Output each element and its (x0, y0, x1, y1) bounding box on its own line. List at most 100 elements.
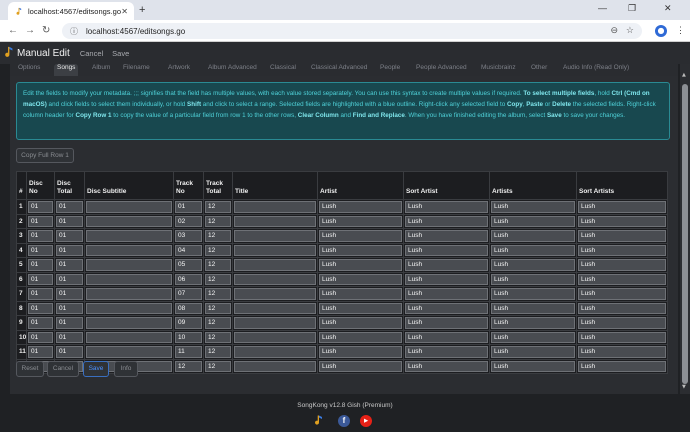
artist-field[interactable]: Lush (319, 360, 402, 372)
disc-no-field[interactable]: 01 (28, 230, 53, 242)
col-header-title[interactable]: Title (232, 171, 318, 200)
artist-field[interactable]: Lush (319, 302, 402, 314)
disc-total-field[interactable]: 01 (56, 302, 83, 314)
track-no-field[interactable]: 10 (175, 331, 202, 343)
artist-field[interactable]: Lush (319, 244, 402, 256)
tab-album[interactable]: Album (89, 64, 113, 76)
tab-audio-info[interactable]: Audio Info (Read Only) (560, 64, 632, 76)
disc-no-field[interactable]: 01 (28, 244, 53, 256)
track-total-field[interactable]: 12 (205, 360, 231, 372)
window-maximize-button[interactable]: ❐ (628, 3, 636, 14)
tab-classical-advanced[interactable]: Classical Advanced (308, 64, 370, 76)
track-no-field[interactable]: 08 (175, 302, 202, 314)
disc-total-field[interactable]: 01 (56, 346, 83, 358)
track-total-field[interactable]: 12 (205, 317, 231, 329)
disc-subtitle-field[interactable] (86, 215, 172, 227)
tab-options[interactable]: Options (15, 64, 43, 76)
sort-artist-field[interactable]: Lush (405, 317, 488, 329)
disc-subtitle-field[interactable] (86, 317, 172, 329)
site-info-icon[interactable]: ⓘ (70, 26, 78, 37)
artists-field[interactable]: Lush (491, 259, 575, 271)
sort-artist-field[interactable]: Lush (405, 360, 488, 372)
tab-album-advanced[interactable]: Album Advanced (205, 64, 260, 76)
track-no-field[interactable]: 01 (175, 201, 202, 213)
title-field[interactable] (234, 331, 316, 343)
sort-artist-field[interactable]: Lush (405, 331, 488, 343)
artists-field[interactable]: Lush (491, 215, 575, 227)
facebook-icon[interactable]: f (338, 415, 350, 427)
sort-artists-field[interactable]: Lush (578, 346, 666, 358)
sort-artists-field[interactable]: Lush (578, 273, 666, 285)
disc-total-field[interactable]: 01 (56, 201, 83, 213)
sort-artist-field[interactable]: Lush (405, 244, 488, 256)
artists-field[interactable]: Lush (491, 230, 575, 242)
artist-field[interactable]: Lush (319, 288, 402, 300)
disc-subtitle-field[interactable] (86, 346, 172, 358)
tab-musicbrainz[interactable]: Musicbrainz (478, 64, 519, 76)
tab-other[interactable]: Other (528, 64, 550, 76)
title-field[interactable] (234, 346, 316, 358)
col-header-artists[interactable]: Artists (489, 171, 577, 200)
artists-field[interactable]: Lush (491, 360, 575, 372)
tab-people[interactable]: People (377, 64, 403, 76)
browser-menu-icon[interactable]: ⋮ (676, 25, 685, 36)
scrollbar-thumb[interactable] (682, 84, 688, 384)
col-header-disc-no[interactable]: Disc No (26, 171, 55, 200)
col-header-track-total[interactable]: Track Total (203, 171, 233, 200)
artist-field[interactable]: Lush (319, 201, 402, 213)
track-no-field[interactable]: 07 (175, 288, 202, 300)
disc-subtitle-field[interactable] (86, 259, 172, 271)
info-button[interactable]: Info (114, 361, 138, 377)
disc-total-field[interactable]: 01 (56, 215, 83, 227)
artist-field[interactable]: Lush (319, 230, 402, 242)
forward-arrow-icon[interactable]: → (25, 25, 35, 36)
disc-total-field[interactable]: 01 (56, 273, 83, 285)
tab-filename[interactable]: Filename (120, 64, 153, 76)
track-total-field[interactable]: 12 (205, 346, 231, 358)
col-header-artist[interactable]: Artist (317, 171, 404, 200)
sort-artists-field[interactable]: Lush (578, 331, 666, 343)
col-header-disc-subtitle[interactable]: Disc Subtitle (84, 171, 174, 200)
back-arrow-icon[interactable]: ← (8, 25, 18, 36)
sort-artists-field[interactable]: Lush (578, 259, 666, 271)
tab-people-advanced[interactable]: People Advanced (413, 64, 470, 76)
track-no-field[interactable]: 11 (175, 346, 202, 358)
artists-field[interactable]: Lush (491, 331, 575, 343)
title-field[interactable] (234, 273, 316, 285)
artists-field[interactable]: Lush (491, 273, 575, 285)
reload-icon[interactable]: ↻ (42, 25, 50, 36)
track-no-field[interactable]: 06 (175, 273, 202, 285)
tab-classical[interactable]: Classical (267, 64, 299, 76)
disc-no-field[interactable]: 01 (28, 259, 53, 271)
track-total-field[interactable]: 12 (205, 288, 231, 300)
sort-artist-field[interactable]: Lush (405, 346, 488, 358)
sort-artist-field[interactable]: Lush (405, 273, 488, 285)
col-header-num[interactable]: # (16, 171, 27, 200)
title-field[interactable] (234, 215, 316, 227)
disc-subtitle-field[interactable] (86, 331, 172, 343)
cancel-button[interactable]: Cancel (47, 361, 79, 377)
sort-artist-field[interactable]: Lush (405, 201, 488, 213)
sort-artists-field[interactable]: Lush (578, 244, 666, 256)
track-total-field[interactable]: 12 (205, 244, 231, 256)
address-bar[interactable]: ⓘ localhost:4567/editsongs.go ⊖ ☆ (62, 23, 642, 39)
track-total-field[interactable]: 12 (205, 302, 231, 314)
col-header-sort-artists[interactable]: Sort Artists (576, 171, 668, 200)
save-button[interactable]: Save (83, 361, 109, 377)
track-total-field[interactable]: 12 (205, 273, 231, 285)
disc-subtitle-field[interactable] (86, 273, 172, 285)
scroll-up-icon[interactable]: ▲ (682, 72, 686, 78)
disc-subtitle-field[interactable] (86, 244, 172, 256)
scroll-down-icon[interactable]: ▼ (682, 384, 686, 390)
zoom-icon[interactable]: ⊖ (610, 25, 618, 36)
disc-no-field[interactable]: 01 (28, 215, 53, 227)
tab-close-icon[interactable]: ✕ (121, 7, 128, 16)
artist-field[interactable]: Lush (319, 317, 402, 329)
track-no-field[interactable]: 02 (175, 215, 202, 227)
track-total-field[interactable]: 12 (205, 259, 231, 271)
track-total-field[interactable]: 12 (205, 201, 231, 213)
artist-field[interactable]: Lush (319, 346, 402, 358)
browser-tab[interactable]: localhost:4567/editsongs.go ✕ (8, 2, 134, 20)
col-header-track-no[interactable]: Track No (173, 171, 204, 200)
new-tab-button[interactable]: + (139, 4, 145, 16)
